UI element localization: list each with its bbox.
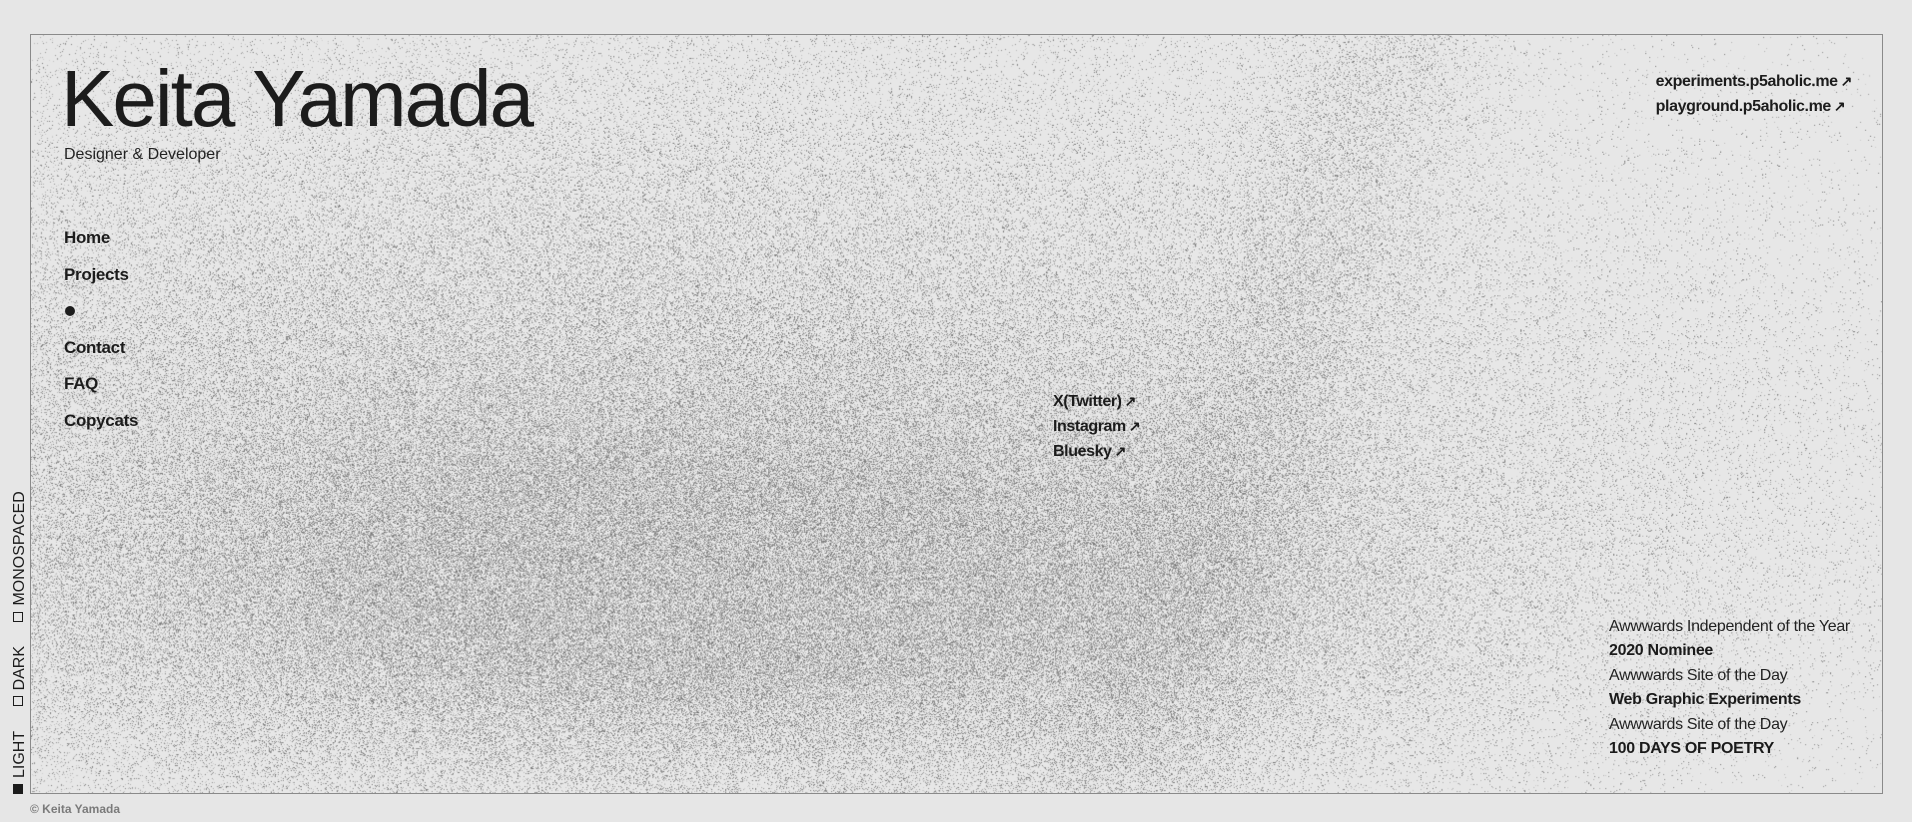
theme-option-monospaced[interactable]: MONOSPACED xyxy=(11,491,28,621)
arrow-up-right-icon: ↗ xyxy=(1841,73,1852,89)
checkbox-checked-icon xyxy=(13,784,23,794)
page-subtitle: Designer & Developer xyxy=(64,146,221,164)
main-nav: Home Projects Contact FAQ Copycats xyxy=(64,228,138,448)
nav-item-home[interactable]: Home xyxy=(64,228,138,265)
playground-link[interactable]: playground.p5aholic.me ↗ xyxy=(1656,94,1852,119)
bluesky-link-label: Bluesky xyxy=(1053,443,1112,460)
award-name: 2020 Nominee xyxy=(1609,639,1850,663)
nav-item-copycats[interactable]: Copycats xyxy=(64,411,138,448)
arrow-up-right-icon: ↗ xyxy=(1834,98,1845,114)
arrow-up-right-icon: ↗ xyxy=(1115,443,1126,459)
twitter-link-label: X(Twitter) xyxy=(1053,393,1122,410)
award-name: Web Graphic Experiments xyxy=(1609,688,1850,712)
award-org: Awwwards Site of the Day xyxy=(1609,664,1850,688)
nav-active-marker xyxy=(64,301,138,338)
theme-option-label: LIGHT xyxy=(11,731,28,778)
award-org: Awwwards Independent of the Year xyxy=(1609,615,1850,639)
copyright: © Keita Yamada xyxy=(30,802,120,816)
playground-link-label: playground.p5aholic.me xyxy=(1656,98,1831,115)
checkbox-empty-icon xyxy=(13,696,23,706)
nav-item-contact[interactable]: Contact xyxy=(64,338,138,375)
instagram-link-label: Instagram xyxy=(1053,418,1126,435)
nav-item-projects[interactable]: Projects xyxy=(64,265,138,302)
filled-circle-icon xyxy=(65,306,75,316)
theme-option-label: DARK xyxy=(11,646,28,690)
theme-option-light[interactable]: LIGHT xyxy=(11,731,28,794)
arrow-up-right-icon: ↗ xyxy=(1129,418,1140,434)
theme-option-dark[interactable]: DARK xyxy=(11,646,28,706)
checkbox-empty-icon xyxy=(13,612,23,622)
twitter-link[interactable]: X(Twitter) ↗ xyxy=(1053,389,1140,414)
award-org: Awwwards Site of the Day xyxy=(1609,713,1850,737)
social-links: X(Twitter) ↗ Instagram ↗ Bluesky ↗ xyxy=(1053,389,1140,464)
awards-list: Awwwards Independent of the Year 2020 No… xyxy=(1609,615,1850,761)
grain-background xyxy=(31,35,1882,793)
theme-switch: LIGHT DARK MONOSPACED xyxy=(11,471,29,794)
theme-option-label: MONOSPACED xyxy=(11,491,28,605)
experiments-link[interactable]: experiments.p5aholic.me ↗ xyxy=(1656,69,1852,94)
award-name: 100 DAYS OF POETRY xyxy=(1609,737,1850,761)
arrow-up-right-icon: ↗ xyxy=(1125,393,1136,409)
instagram-link[interactable]: Instagram ↗ xyxy=(1053,414,1140,439)
main-frame: Keita Yamada Designer & Developer Home P… xyxy=(30,34,1883,794)
experiments-link-label: experiments.p5aholic.me xyxy=(1656,73,1838,90)
external-links: experiments.p5aholic.me ↗ playground.p5ah… xyxy=(1656,69,1852,119)
nav-item-faq[interactable]: FAQ xyxy=(64,374,138,411)
page-title: Keita Yamada xyxy=(61,51,532,147)
bluesky-link[interactable]: Bluesky ↗ xyxy=(1053,439,1140,464)
